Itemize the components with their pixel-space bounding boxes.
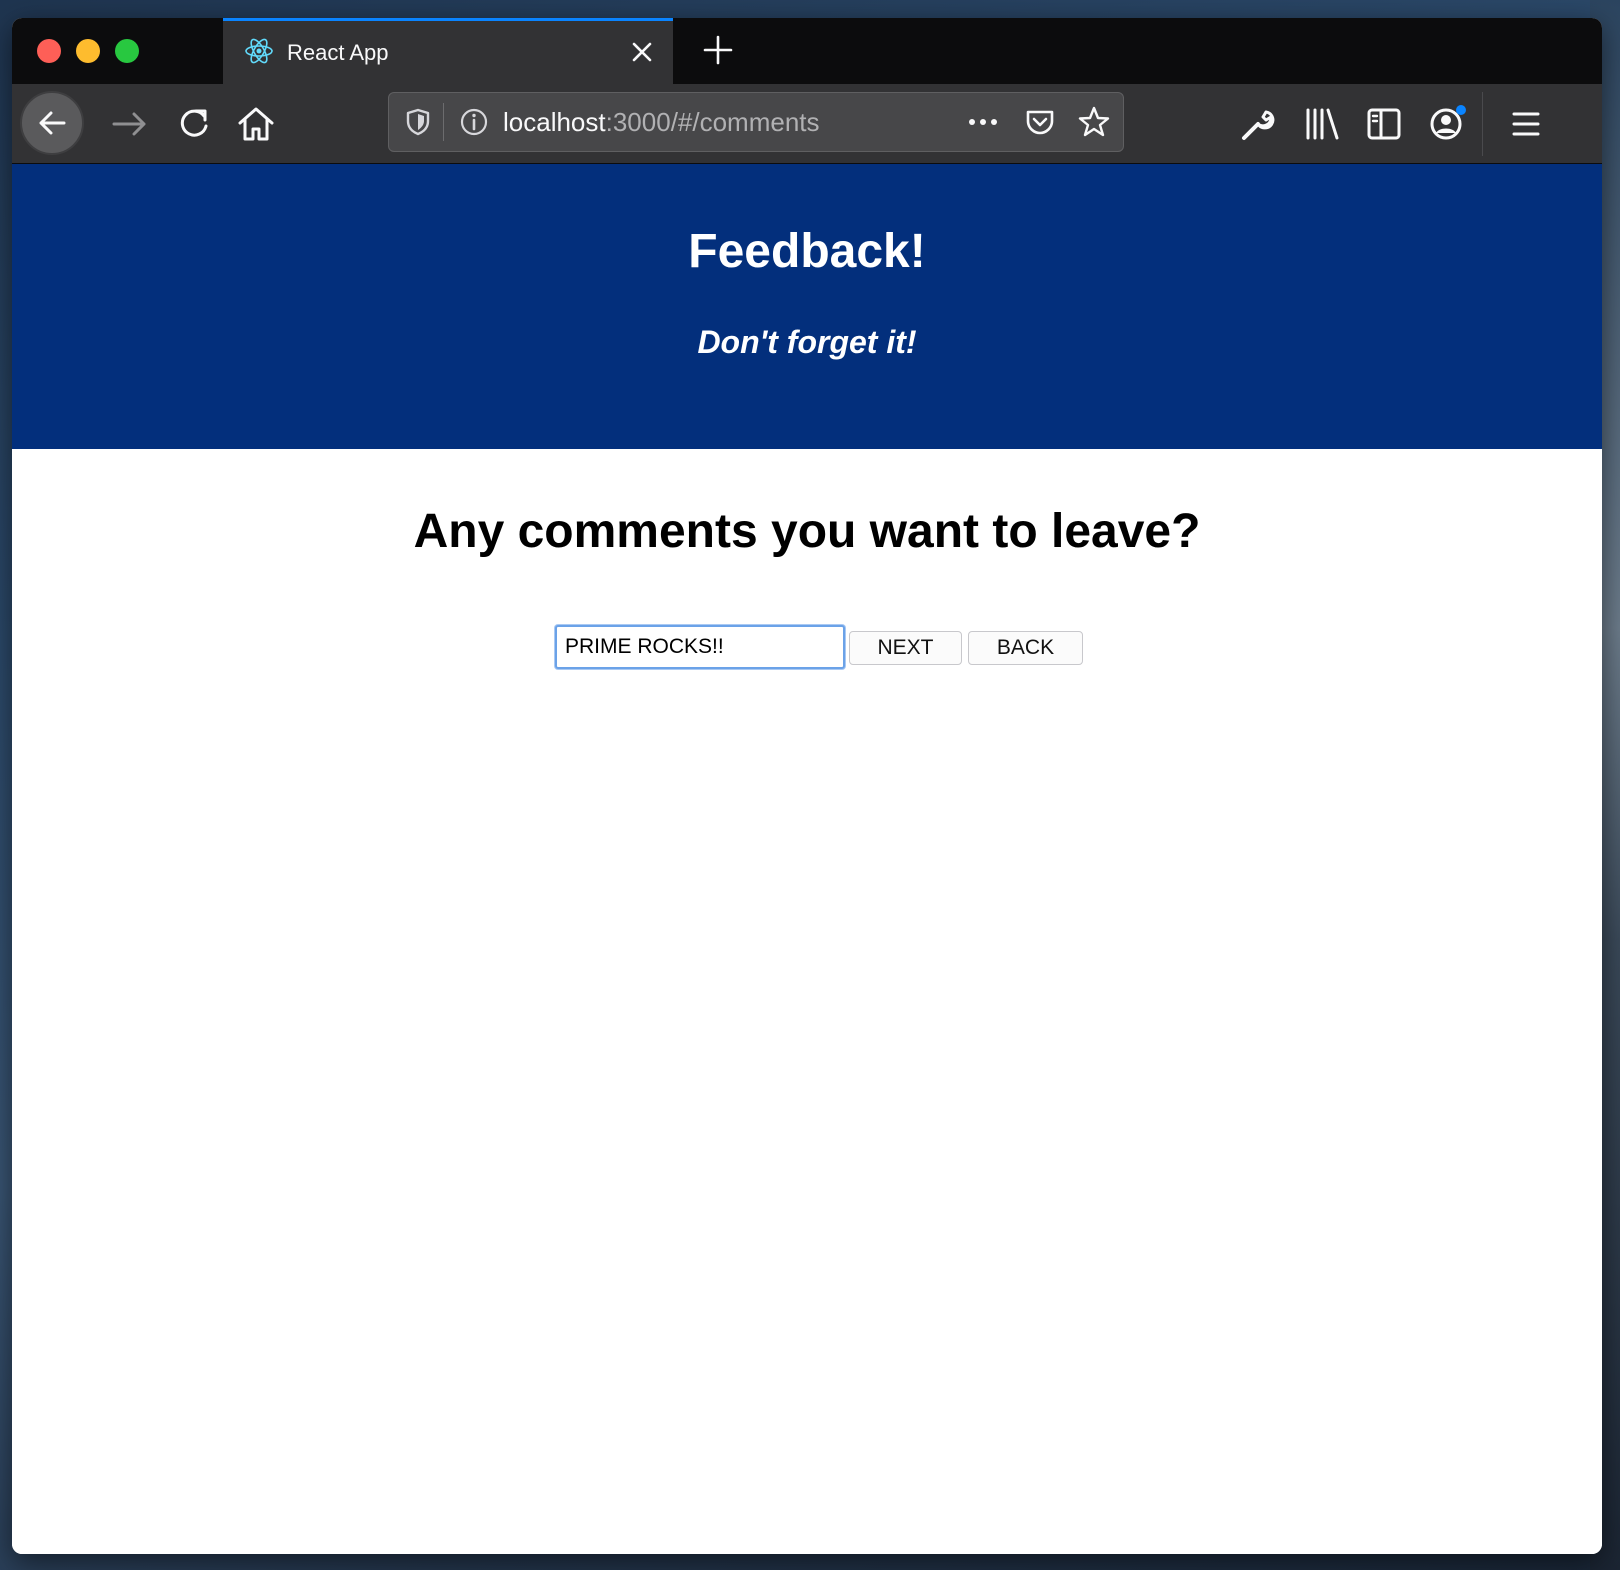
new-tab-icon[interactable]: [702, 34, 734, 66]
close-window-button[interactable]: [37, 39, 61, 63]
back-button-form[interactable]: BACK: [968, 631, 1083, 665]
info-icon[interactable]: [459, 107, 489, 137]
url-bar[interactable]: localhost:3000/#/comments: [388, 92, 1124, 152]
page-content: Feedback! Don't forget it! Any comments …: [12, 164, 1602, 1554]
url-text[interactable]: localhost:3000/#/comments: [503, 107, 820, 138]
tab-bar: React App: [12, 18, 1602, 84]
back-button[interactable]: [20, 91, 84, 155]
more-icon[interactable]: [965, 109, 1001, 135]
shield-icon[interactable]: [403, 107, 433, 137]
question-heading: Any comments you want to leave?: [413, 505, 1201, 558]
minimize-window-button[interactable]: [76, 39, 100, 63]
wrench-icon[interactable]: [1236, 102, 1280, 146]
star-icon[interactable]: [1077, 105, 1111, 139]
navigation-toolbar: localhost:3000/#/comments: [12, 84, 1602, 164]
home-icon[interactable]: [234, 102, 278, 146]
library-icon[interactable]: [1300, 102, 1344, 146]
url-host: localhost: [503, 107, 606, 137]
next-button[interactable]: NEXT: [849, 631, 962, 665]
react-atom-icon: [245, 38, 273, 64]
close-tab-icon[interactable]: [629, 39, 655, 65]
pocket-icon[interactable]: [1023, 105, 1057, 139]
url-path: :3000/#/comments: [605, 107, 820, 137]
tab-title: React App: [287, 40, 389, 65]
comment-input[interactable]: [555, 625, 845, 669]
zoom-window-button[interactable]: [115, 39, 139, 63]
page-title: Feedback!: [688, 225, 926, 278]
tab-react-app[interactable]: React App: [223, 18, 673, 84]
toolbar-separator: [1482, 92, 1483, 156]
browser-window: React App localhost:3000/#/comments Feed…: [12, 18, 1602, 1554]
account-icon[interactable]: [1424, 102, 1468, 146]
back-arrow-icon: [39, 111, 66, 135]
forward-arrow-icon[interactable]: [108, 102, 152, 146]
url-separator: [443, 103, 444, 141]
menu-icon[interactable]: [1504, 102, 1548, 146]
page-subtitle: Don't forget it!: [697, 324, 917, 360]
app-header: Feedback! Don't forget it!: [12, 164, 1602, 449]
reload-icon[interactable]: [172, 102, 216, 146]
sidebar-icon[interactable]: [1362, 102, 1406, 146]
